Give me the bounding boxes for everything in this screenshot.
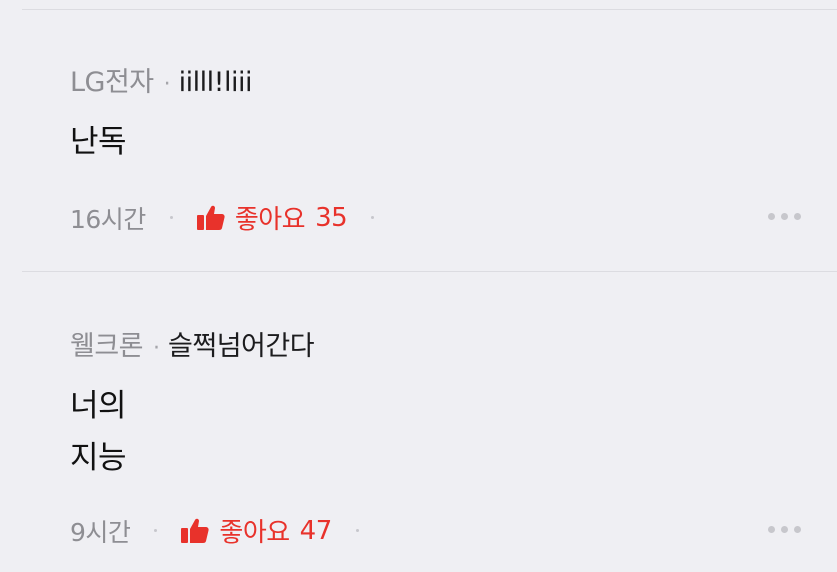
like-button[interactable]: 좋아요 47 <box>181 512 333 549</box>
footer-separator <box>371 216 375 219</box>
comment-author[interactable]: LG전자 <box>70 60 154 99</box>
like-button[interactable]: 좋아요 35 <box>196 199 348 236</box>
divider <box>22 9 837 10</box>
comment-author[interactable]: 웰크론 <box>70 324 144 363</box>
meta-separator: · <box>153 336 161 361</box>
comment-community-tag: iilll!liii <box>178 67 253 98</box>
more-horizontal-icon-dot <box>781 526 788 533</box>
thumbs-up-icon <box>196 205 225 230</box>
meta-separator: · <box>163 72 171 97</box>
more-horizontal-icon <box>768 213 775 220</box>
more-options-button[interactable] <box>768 213 801 220</box>
like-count: 35 <box>315 202 348 233</box>
footer-separator <box>154 529 158 532</box>
more-options-button[interactable] <box>768 526 801 533</box>
comment-body: 난독 <box>70 124 127 160</box>
comment-community-tag: 슬쩍넘어간다 <box>168 331 315 362</box>
footer-separator <box>355 529 359 532</box>
more-horizontal-icon-dot <box>794 213 801 220</box>
divider <box>22 271 837 272</box>
comment-meta: LG전자 · iilll!liii <box>70 60 253 99</box>
comment-meta: 웰크론 · 슬쩍넘어간다 <box>70 324 315 363</box>
footer-separator <box>169 216 173 219</box>
more-horizontal-icon-dot <box>794 526 801 533</box>
like-label: 좋아요 <box>234 205 306 235</box>
more-horizontal-icon-dot <box>781 213 788 220</box>
thumbs-up-icon <box>181 518 210 543</box>
like-label: 좋아요 <box>219 518 290 548</box>
like-count: 47 <box>299 515 333 546</box>
comment-time: 16시간 <box>70 204 146 234</box>
comment-footer: 9시간 좋아요 47 <box>70 512 383 549</box>
comment-time: 9시간 <box>70 517 131 547</box>
comment-list: LG전자 · iilll!liii 난독 16시간 좋아요 35 웰크론 · 슬… <box>0 0 837 572</box>
comment-body: 너의 지능 <box>70 388 127 476</box>
comment-footer: 16시간 좋아요 35 <box>70 199 398 236</box>
more-horizontal-icon <box>768 526 775 533</box>
